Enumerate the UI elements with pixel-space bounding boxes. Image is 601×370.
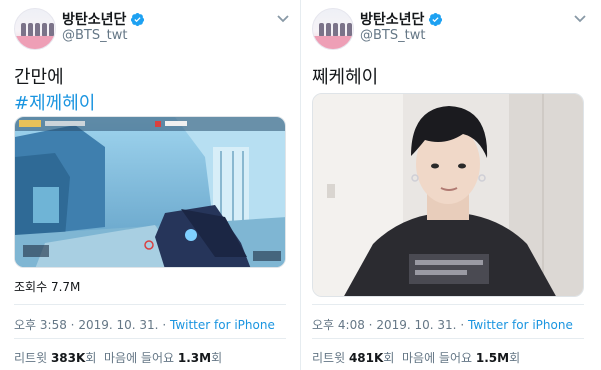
avatar-figure bbox=[28, 23, 33, 37]
count-unit: 회 bbox=[383, 351, 395, 365]
avatar-figure bbox=[326, 23, 331, 37]
game-video-thumbnail[interactable] bbox=[14, 116, 286, 268]
retweets-label: 리트윗 bbox=[312, 351, 346, 365]
tweet-date[interactable]: 2019. 10. 31. bbox=[376, 318, 456, 332]
chevron-down-icon[interactable] bbox=[573, 14, 587, 24]
tweet-text: 간만에 bbox=[14, 67, 64, 88]
likes-stat[interactable]: 마음에 들어요 1.3M회 bbox=[104, 351, 222, 365]
meta-dot: · bbox=[162, 318, 167, 332]
likes-label: 마음에 들어요 bbox=[104, 351, 175, 365]
user-name[interactable]: 방탄소년단 bbox=[360, 9, 424, 29]
divider bbox=[312, 338, 584, 339]
tweet-stats: 리트윗 383K회 마음에 들어요 1.3M회 bbox=[14, 349, 222, 366]
likes-count: 1.3M bbox=[177, 351, 212, 365]
tweet-date[interactable]: 2019. 10. 31. bbox=[78, 318, 158, 332]
avatar-figure bbox=[340, 23, 345, 37]
verified-badge-icon bbox=[429, 12, 443, 26]
retweets-label: 리트윗 bbox=[14, 351, 48, 365]
retweets-count: 481K bbox=[348, 351, 384, 365]
selfie-photo[interactable] bbox=[312, 93, 584, 297]
view-count: 조회수 7.7M bbox=[14, 278, 80, 295]
count-unit: 회 bbox=[211, 351, 223, 365]
tweet-source-link[interactable]: Twitter for iPhone bbox=[468, 318, 573, 332]
view-count-label: 조회수 bbox=[14, 280, 48, 294]
avatar[interactable] bbox=[14, 8, 56, 50]
retweets-count: 383K bbox=[50, 351, 86, 365]
avatar[interactable] bbox=[312, 8, 354, 50]
divider bbox=[14, 338, 286, 339]
tweet-source-link[interactable]: Twitter for iPhone bbox=[170, 318, 275, 332]
retweets-stat[interactable]: 리트윗 481K회 bbox=[312, 351, 394, 365]
view-count-value: 7.7M bbox=[50, 280, 81, 294]
tweet-stats: 리트윗 481K회 마음에 들어요 1.5M회 bbox=[312, 349, 520, 366]
avatar-figure bbox=[319, 23, 324, 37]
avatar-figure bbox=[333, 23, 338, 37]
avatar-figure bbox=[21, 23, 26, 37]
avatar-banner bbox=[313, 36, 353, 49]
game-scene-image bbox=[15, 117, 285, 267]
likes-count: 1.5M bbox=[475, 351, 510, 365]
selfie-image bbox=[313, 94, 583, 296]
hashtag-link[interactable]: #제께헤이 bbox=[14, 89, 95, 115]
divider bbox=[312, 304, 584, 305]
tweet-time[interactable]: 오후 3:58 bbox=[14, 318, 67, 332]
tweet-meta: 오후 3:58 · 2019. 10. 31. · Twitter for iP… bbox=[14, 316, 275, 333]
user-name-row[interactable]: 방탄소년단 bbox=[360, 9, 443, 29]
user-handle[interactable]: @BTS_twt bbox=[360, 28, 425, 43]
likes-label: 마음에 들어요 bbox=[402, 351, 473, 365]
retweets-stat[interactable]: 리트윗 383K회 bbox=[14, 351, 96, 365]
tweet-text: 쩨케헤이 bbox=[312, 67, 379, 88]
divider bbox=[14, 304, 286, 305]
avatar-figure bbox=[347, 23, 352, 37]
meta-dot: · bbox=[460, 318, 465, 332]
likes-stat[interactable]: 마음에 들어요 1.5M회 bbox=[402, 351, 520, 365]
tweet-card-2[interactable]: 방탄소년단 @BTS_twt 쩨케헤이 오후 4:08 · 2019. 10. … bbox=[301, 0, 601, 370]
avatar-figure bbox=[42, 23, 47, 37]
tweet-card-1[interactable]: 방탄소년단 @BTS_twt 간만에 #제께헤이 조회수 7.7M 오후 3:5… bbox=[0, 0, 300, 370]
tweet-meta: 오후 4:08 · 2019. 10. 31. · Twitter for iP… bbox=[312, 316, 573, 333]
meta-dot: · bbox=[368, 318, 373, 332]
avatar-banner bbox=[15, 36, 55, 49]
avatar-figure bbox=[35, 23, 40, 37]
count-unit: 회 bbox=[85, 351, 97, 365]
user-handle[interactable]: @BTS_twt bbox=[62, 28, 127, 43]
verified-badge-icon bbox=[131, 12, 145, 26]
count-unit: 회 bbox=[509, 351, 521, 365]
user-name[interactable]: 방탄소년단 bbox=[62, 9, 126, 29]
user-name-row[interactable]: 방탄소년단 bbox=[62, 9, 145, 29]
tweet-time[interactable]: 오후 4:08 bbox=[312, 318, 365, 332]
meta-dot: · bbox=[70, 318, 75, 332]
chevron-down-icon[interactable] bbox=[276, 14, 290, 24]
avatar-figure bbox=[49, 23, 54, 37]
